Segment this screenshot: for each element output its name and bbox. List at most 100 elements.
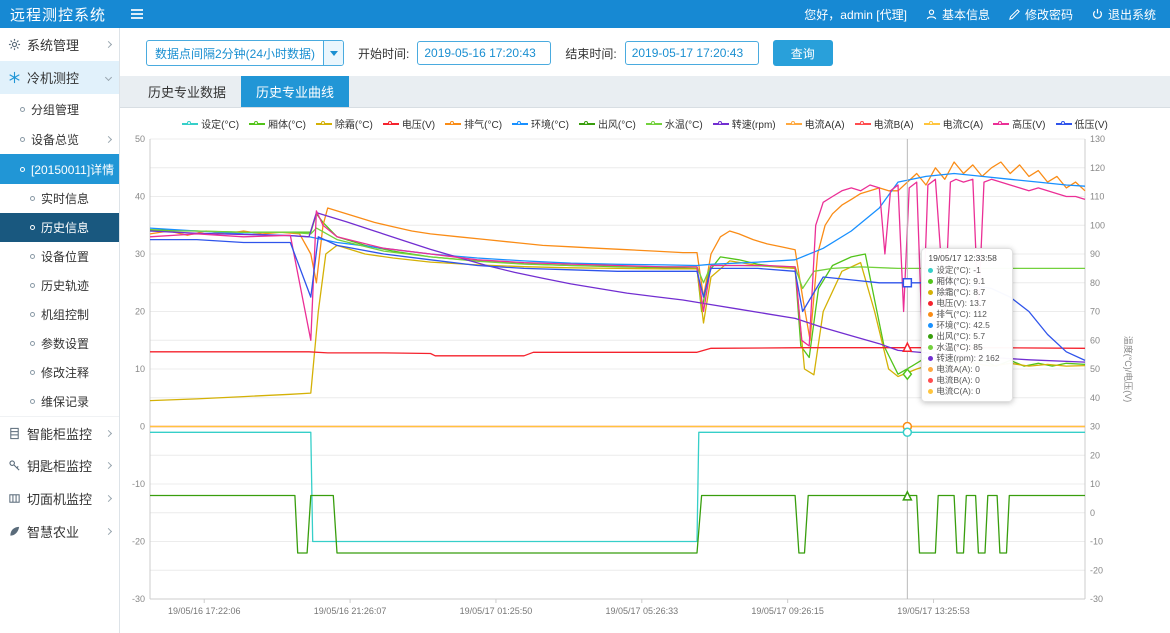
bullet-icon [30, 312, 35, 317]
basic-info-button[interactable]: 基本信息 [925, 6, 990, 23]
logout-label: 退出系统 [1108, 6, 1156, 23]
sidebar-item-device-overview[interactable]: 设备总览 [0, 124, 119, 154]
bullet-icon [30, 341, 35, 346]
hamburger-menu-icon[interactable] [130, 7, 144, 21]
logout-button[interactable]: 退出系统 [1091, 6, 1156, 23]
svg-text:10: 10 [135, 364, 145, 374]
svg-text:50: 50 [1090, 364, 1100, 374]
svg-text:60: 60 [1090, 335, 1100, 345]
legend-item[interactable]: 电流C(A) [924, 116, 984, 131]
bullet-icon [30, 225, 35, 230]
sidebar-item-label: 历史信息 [41, 219, 89, 236]
svg-text:19/05/17 13:25:53: 19/05/17 13:25:53 [897, 606, 970, 616]
sidebar-item-parameter-settings[interactable]: 参数设置 [0, 329, 119, 358]
tab-history-data[interactable]: 历史专业数据 [133, 76, 241, 107]
svg-text:50: 50 [135, 134, 145, 144]
legend-item[interactable]: 高压(V) [993, 116, 1045, 131]
sidebar-item-label: 设备总览 [31, 131, 79, 148]
history-curve-chart: 设定(°C) 厢体(°C) 除霜(°C) 电压(V) 排气(°C) 环境(°C) 出风(°C… [120, 108, 1170, 633]
sidebar-item-realtime-info[interactable]: 实时信息 [0, 184, 119, 213]
power-icon [1091, 8, 1104, 21]
topbar: 远程测控系统 您好，admin [代理] 基本信息 修改密码 退出系统 [0, 0, 1170, 28]
svg-text:-30: -30 [1090, 594, 1103, 604]
legend-item[interactable]: 环境(°C) [512, 116, 569, 131]
legend-item[interactable]: 电流B(A) [855, 116, 914, 131]
bullet-icon [30, 399, 35, 404]
series-line [150, 174, 1085, 266]
sidebar-item-history-info[interactable]: 历史信息 [0, 213, 119, 242]
sidebar: 系统管理 冷机测控 分组管理 设备总览 [20150011 [0, 28, 120, 633]
change-password-button[interactable]: 修改密码 [1008, 6, 1073, 23]
query-button[interactable]: 查询 [773, 40, 833, 66]
legend-label: 电流C(A) [943, 116, 984, 131]
legend-item[interactable]: 转速(rpm) [713, 116, 776, 131]
legend-item[interactable]: 设定(°C) [182, 116, 239, 131]
chevron-right-icon [105, 429, 112, 436]
svg-text:19/05/17 09:26:15: 19/05/17 09:26:15 [751, 606, 824, 616]
legend-item[interactable]: 水温(°C) [646, 116, 703, 131]
cabinet-icon [8, 427, 21, 440]
legend-item[interactable]: 电压(V) [383, 116, 435, 131]
sidebar-item-cooler-monitoring[interactable]: 冷机测控 [0, 61, 119, 94]
bullet-icon [30, 196, 35, 201]
sidebar-item-smart-agriculture[interactable]: 智慧农业 [0, 515, 119, 548]
sidebar-item-group-management[interactable]: 分组管理 [0, 94, 119, 124]
sidebar-item-key-cabinet[interactable]: 钥匙柜监控 [0, 449, 119, 482]
bullet-icon [30, 254, 35, 259]
sidebar-item-unit-control[interactable]: 机组控制 [0, 300, 119, 329]
chevron-down-icon [105, 74, 112, 81]
sidebar-item-maintenance-records[interactable]: 维保记录 [0, 387, 119, 416]
sidebar-item-smart-cabinet[interactable]: 智能柜监控 [0, 416, 119, 449]
legend-item[interactable]: 低压(V) [1056, 116, 1108, 131]
svg-text:-10: -10 [132, 479, 145, 489]
slicer-machine-icon [8, 492, 21, 505]
legend-item[interactable]: 排气(°C) [445, 116, 502, 131]
chevron-right-icon [105, 135, 112, 142]
svg-text:0: 0 [1090, 508, 1095, 518]
sidebar-item-slicer-monitoring[interactable]: 切面机监控 [0, 482, 119, 515]
start-time-input[interactable] [417, 41, 551, 65]
bullet-icon [20, 167, 25, 172]
svg-text:110: 110 [1090, 192, 1104, 202]
sidebar-item-label: 智能柜监控 [27, 424, 92, 443]
legend-item[interactable]: 出风(°C) [579, 116, 636, 131]
legend-label: 出风(°C) [598, 116, 636, 131]
legend-label: 水温(°C) [665, 116, 703, 131]
svg-text:-30: -30 [132, 594, 145, 604]
start-time-label: 开始时间: [358, 45, 409, 62]
gear-icon [8, 38, 21, 51]
svg-text:0: 0 [140, 422, 145, 432]
sidebar-item-label: [20150011]详情 [31, 161, 114, 178]
legend-marker-icon [579, 123, 595, 125]
svg-text:19/05/16 21:26:07: 19/05/16 21:26:07 [314, 606, 387, 616]
sidebar-item-history-track[interactable]: 历史轨迹 [0, 271, 119, 300]
legend-marker-icon [512, 123, 528, 125]
sidebar-item-label: 智慧农业 [27, 522, 79, 541]
legend-label: 排气(°C) [464, 116, 502, 131]
bullet-icon [30, 370, 35, 375]
legend-label: 低压(V) [1075, 116, 1108, 131]
sidebar-item-label: 切面机监控 [27, 489, 92, 508]
sidebar-item-device-20150011-detail[interactable]: [20150011]详情 [0, 154, 119, 184]
end-time-input[interactable] [625, 41, 759, 65]
sidebar-item-label: 钥匙柜监控 [27, 456, 92, 475]
sidebar-item-device-location[interactable]: 设备位置 [0, 242, 119, 271]
sidebar-item-label: 设备位置 [41, 248, 89, 265]
legend-marker-icon [786, 123, 802, 125]
interval-select[interactable]: 数据点间隔2分钟(24小时数据) [146, 40, 344, 66]
tab-history-curve[interactable]: 历史专业曲线 [241, 76, 349, 107]
legend-item[interactable]: 除霜(°C) [316, 116, 373, 131]
sidebar-item-edit-remarks[interactable]: 修改注释 [0, 358, 119, 387]
sidebar-item-label: 修改注释 [41, 364, 89, 381]
legend-item[interactable]: 厢体(°C) [249, 116, 306, 131]
chevron-right-icon [105, 495, 112, 502]
square-marker [903, 279, 911, 287]
legend-item[interactable]: 电流A(A) [786, 116, 845, 131]
sidebar-item-system-management[interactable]: 系统管理 [0, 28, 119, 61]
triangle-marker [903, 492, 911, 500]
sidebar-item-label: 参数设置 [41, 335, 89, 352]
circle-marker [903, 428, 911, 436]
chart-canvas[interactable]: 50403020100-10-20-3013012011010090807060… [120, 131, 1170, 622]
change-password-label: 修改密码 [1025, 6, 1073, 23]
chevron-right-icon [105, 462, 112, 469]
